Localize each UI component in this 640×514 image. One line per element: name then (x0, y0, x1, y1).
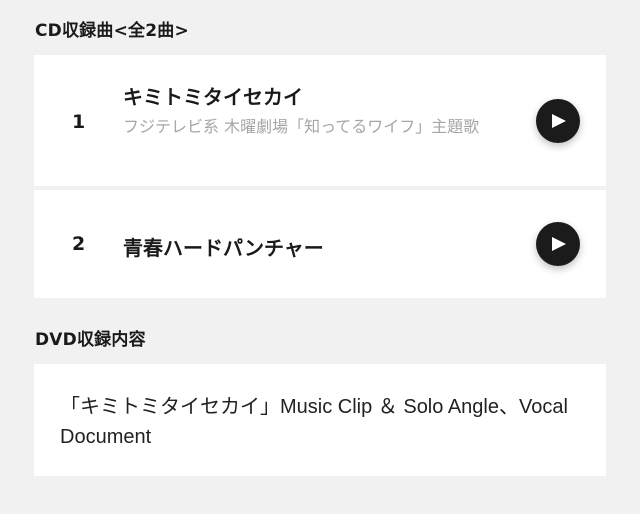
dvd-content-text: 「キミトミタイセカイ」Music Clip ＆ Solo Angle、Vocal… (60, 396, 568, 448)
track-row: 1 キミトミタイセカイ フジテレビ系 木曜劇場「知ってるワイフ」主題歌 (34, 55, 606, 186)
play-icon (552, 237, 566, 251)
track-subtitle: フジテレビ系 木曜劇場「知ってるワイフ」主題歌 (123, 117, 480, 136)
dvd-content-card: 「キミトミタイセカイ」Music Clip ＆ Solo Angle、Vocal… (34, 364, 606, 476)
track-number: 2 (72, 233, 86, 255)
play-button[interactable] (536, 222, 580, 266)
play-button[interactable] (536, 99, 580, 143)
dvd-section-title: DVD収録内容 (35, 330, 146, 350)
cd-section-title: CD収録曲<全2曲> (35, 21, 189, 41)
track-row: 2 青春ハードパンチャー (34, 190, 606, 298)
track-number: 1 (72, 111, 86, 133)
track-title: 青春ハードパンチャー (123, 236, 324, 260)
release-contents-page: CD収録曲<全2曲> 1 キミトミタイセカイ フジテレビ系 木曜劇場「知ってるワ… (0, 0, 640, 514)
play-icon (552, 114, 566, 128)
track-title: キミトミタイセカイ (123, 85, 303, 109)
